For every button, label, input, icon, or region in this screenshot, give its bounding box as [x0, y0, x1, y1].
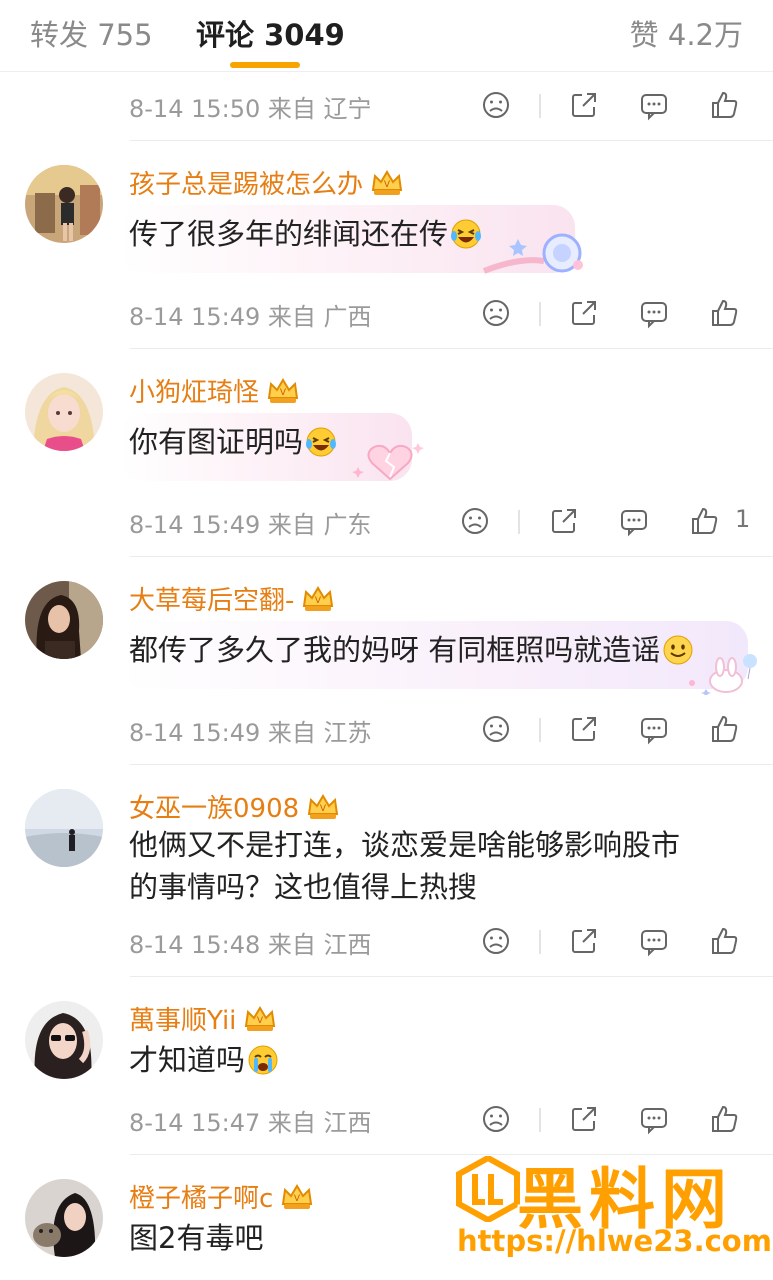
crying-emoji-icon	[247, 1044, 279, 1076]
reply-icon[interactable]	[638, 713, 670, 745]
action-divider	[539, 930, 541, 954]
comment-item: 萬事顺Yii V 才知道吗 8-14 15:47 来自 江西	[0, 977, 773, 1154]
action-divider	[539, 718, 541, 742]
share-icon[interactable]	[548, 505, 580, 537]
like-icon[interactable]	[709, 297, 741, 329]
vip-crown-icon: V	[242, 1004, 278, 1034]
username-row: 小狗炡琦怪 V	[129, 372, 301, 408]
comment-action-row: 8-14 15:47 来自 江西	[0, 1089, 773, 1149]
svg-text:V: V	[294, 1194, 301, 1204]
reply-icon[interactable]	[638, 925, 670, 957]
comment-text: 你有图证明吗	[129, 421, 337, 463]
smile-emoji-icon	[662, 634, 694, 666]
vip-crown-icon: V	[369, 168, 405, 198]
share-icon[interactable]	[568, 1103, 600, 1135]
dislike-icon[interactable]	[480, 1103, 512, 1135]
svg-text:V: V	[320, 804, 327, 814]
svg-text:V: V	[315, 596, 322, 606]
comment-action-row: 8-14 15:49 来自 广西	[0, 283, 773, 343]
avatar[interactable]	[25, 581, 103, 659]
username-row: 女巫一族0908 V	[129, 788, 341, 824]
heart-decoration-icon	[352, 443, 424, 481]
svg-text:V: V	[280, 388, 287, 398]
avatar[interactable]	[25, 373, 103, 451]
username[interactable]: 萬事顺Yii	[129, 1006, 236, 1036]
comment-text: 都传了多久了我的妈呀 有同框照吗就造谣	[129, 629, 694, 671]
tab-like[interactable]: 赞 4.2万	[630, 12, 743, 54]
vip-crown-icon: V	[265, 376, 301, 406]
comment-text: 他俩又不是打连，谈恋爱是啥能够影响股市	[129, 828, 681, 862]
comment-action-row: 8-14 15:50 来自 辽宁	[0, 75, 773, 135]
comment-item: 孩子总是踢被怎么办 V 传了很多年的绯闻还在传 8-14 15:49 来自 广西	[0, 141, 773, 348]
avatar[interactable]	[25, 1001, 103, 1079]
comment-meta: 8-14 15:50 来自 辽宁	[129, 95, 372, 123]
comment-tab-bar: 转发 755 评论 3049 赞 4.2万	[0, 0, 773, 72]
comment-text: 传了很多年的绯闻还在传	[129, 213, 482, 255]
watermark-url: https://hlwe23.com	[457, 1224, 772, 1258]
vip-crown-icon: V	[300, 584, 336, 614]
reply-icon[interactable]	[638, 1103, 670, 1135]
comment-item: 小狗炡琦怪 V 你有图证明吗 8-14 15:49 来自 广东 1	[0, 349, 773, 556]
comment-meta: 8-14 15:49 来自 江苏	[129, 719, 372, 747]
comment-meta: 8-14 15:49 来自 广西	[129, 303, 372, 331]
comment-meta: 8-14 15:48 来自 江西	[129, 931, 372, 959]
comment-item: 女巫一族0908 V 他俩又不是打连，谈恋爱是啥能够影响股市 的事情吗？这也值得上…	[0, 765, 773, 975]
username[interactable]: 大草莓后空翻-	[129, 586, 294, 616]
comment-meta: 8-14 15:47 来自 江西	[129, 1109, 372, 1137]
username-row: 大草莓后空翻- V	[129, 580, 336, 616]
username[interactable]: 小狗炡琦怪	[129, 378, 259, 408]
watermark-logo-icon	[456, 1156, 520, 1222]
bubble-decoration-icon	[482, 233, 583, 274]
username[interactable]: 橙子橘子啊c	[129, 1184, 273, 1214]
username-row: 萬事顺Yii V	[129, 1000, 278, 1036]
username-row: 孩子总是踢被怎么办 V	[129, 164, 405, 200]
like-icon[interactable]	[709, 89, 741, 121]
dislike-icon[interactable]	[480, 713, 512, 745]
vip-crown-icon: V	[305, 792, 341, 822]
share-icon[interactable]	[568, 89, 600, 121]
avatar[interactable]	[25, 1179, 103, 1257]
share-icon[interactable]	[568, 925, 600, 957]
svg-text:V: V	[384, 180, 391, 190]
tab-comment[interactable]: 评论 3049	[196, 12, 345, 54]
vip-crown-icon: V	[279, 1182, 315, 1212]
comment-text: 的事情吗？这也值得上热搜	[129, 870, 478, 904]
reply-icon[interactable]	[638, 89, 670, 121]
dislike-icon[interactable]	[459, 505, 491, 537]
action-divider	[539, 94, 541, 118]
share-icon[interactable]	[568, 297, 600, 329]
like-icon[interactable]	[709, 1103, 741, 1135]
avatar[interactable]	[25, 789, 103, 867]
reply-icon[interactable]	[618, 505, 650, 537]
tab-repost[interactable]: 转发 755	[30, 12, 153, 54]
comment-item: 大草莓后空翻- V 都传了多久了我的妈呀 有同框照吗就造谣 8-14 15:49 …	[0, 557, 773, 764]
avatar[interactable]	[25, 165, 103, 243]
username-row: 橙子橘子啊c V	[129, 1178, 315, 1214]
action-divider	[539, 302, 541, 326]
like-icon[interactable]	[709, 713, 741, 745]
action-divider	[539, 1108, 541, 1132]
laughing-tears-emoji-icon	[450, 218, 482, 250]
username[interactable]: 孩子总是踢被怎么办	[129, 170, 363, 200]
comment-text: 图2有毒吧	[129, 1221, 264, 1255]
dislike-icon[interactable]	[480, 297, 512, 329]
svg-text:V: V	[257, 1016, 264, 1026]
like-icon[interactable]	[709, 925, 741, 957]
action-divider	[518, 510, 520, 534]
comment-action-row: 8-14 15:49 来自 江苏	[0, 699, 773, 759]
dislike-icon[interactable]	[480, 89, 512, 121]
username[interactable]: 女巫一族0908	[129, 794, 299, 824]
share-icon[interactable]	[568, 713, 600, 745]
comment-action-row: 8-14 15:48 来自 江西	[0, 911, 773, 971]
like-count: 1	[735, 505, 751, 533]
dislike-icon[interactable]	[480, 925, 512, 957]
reply-icon[interactable]	[638, 297, 670, 329]
laughing-tears-emoji-icon	[305, 426, 337, 458]
active-tab-indicator	[230, 62, 300, 68]
comment-action-row: 8-14 15:49 来自 广东 1	[0, 491, 773, 551]
like-icon[interactable]	[689, 505, 721, 537]
comment-text: 才知道吗	[129, 1039, 279, 1081]
comment-meta: 8-14 15:49 来自 广东	[129, 511, 372, 539]
watermark: 黑料网 https://hlwe23.com	[455, 1152, 772, 1262]
